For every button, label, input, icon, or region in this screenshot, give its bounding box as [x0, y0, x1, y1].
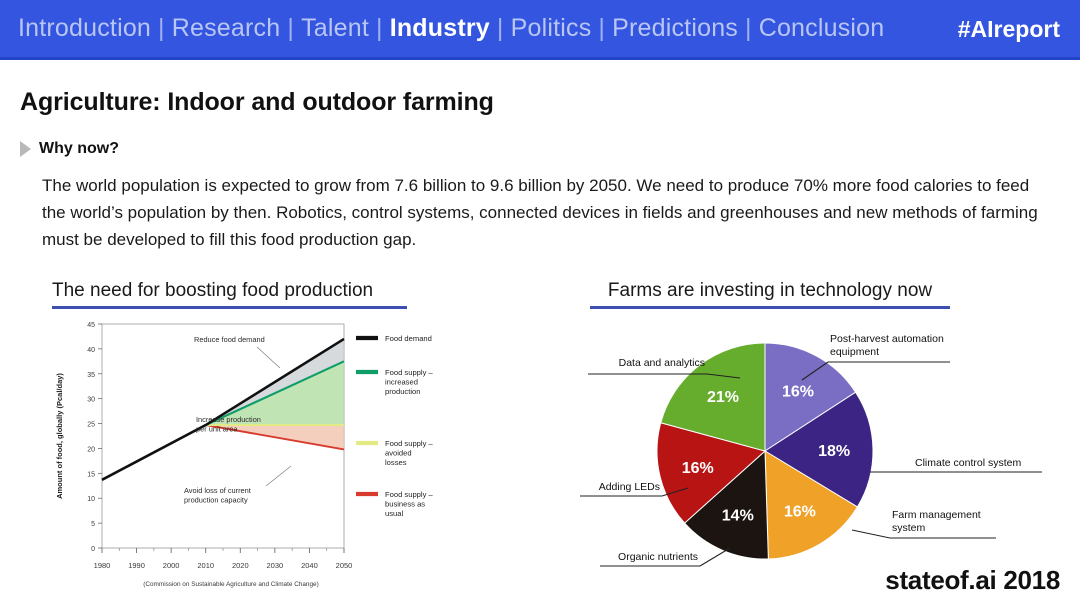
- nav-item-conclusion[interactable]: Conclusion: [759, 14, 885, 43]
- area-chart-svg: 0 5 10 15 20 25 30 35 40 45 1980 1990 2000 2010 2020 20…: [55, 322, 433, 588]
- annotation-3: production capacity: [184, 496, 248, 505]
- annotation-3: Avoid loss of current: [184, 486, 251, 495]
- pie-callout-label-1: Climate control system: [915, 457, 1021, 469]
- x-tick-label: 2030: [267, 561, 284, 570]
- pie-value-label-2: 16%: [784, 504, 816, 521]
- pie-callout-leader-3: [699, 547, 731, 567]
- annotation-1: Reduce food demand: [194, 335, 265, 344]
- legend-label-2: losses: [385, 458, 407, 467]
- pie-callout-label-0: equipment: [830, 346, 879, 358]
- legend-label-3: Food supply –: [385, 490, 433, 499]
- slide-root: Introduction | Research | Talent | Industry | Po…: [0, 0, 1080, 608]
- pie-value-label-0: 16%: [782, 383, 814, 400]
- nav-item-introduction[interactable]: Introduction: [18, 14, 151, 43]
- x-tick-label: 2040: [301, 561, 318, 570]
- pie-callout-label-3: Organic nutrients: [618, 551, 698, 563]
- y-tick-label: 0: [91, 546, 95, 553]
- nav-separator: |: [598, 14, 606, 42]
- nav-item-talent[interactable]: Talent: [301, 14, 369, 43]
- pie-chart-svg: 16% 18% 16% 14% 16% 21% Post-harvest automatio…: [580, 333, 1042, 567]
- y-axis-title: Amount of food, globally (Pcal/day): [55, 373, 64, 499]
- nav-separator: |: [287, 14, 295, 42]
- legend-label-3: usual: [385, 509, 403, 518]
- nav-brand-hashtag: #AIreport: [957, 16, 1060, 42]
- why-now-row: Why now?: [20, 140, 119, 158]
- pie-callout-label-2: system: [892, 522, 926, 534]
- nav-item-industry[interactable]: Industry: [390, 14, 490, 43]
- pie-value-label-4: 16%: [682, 460, 714, 477]
- pie-callout-label-0: Post-harvest automation: [830, 333, 944, 345]
- x-tick-label: 2000: [163, 561, 180, 570]
- legend-label-3: business as: [385, 500, 425, 509]
- nav-separator: |: [496, 14, 504, 42]
- top-navigation-bar: Introduction | Research | Talent | Industry | Po…: [0, 0, 1080, 60]
- annotation-2: per unit area: [196, 425, 238, 434]
- x-tick-label: 2020: [232, 561, 249, 570]
- left-chart-heading: The need for boosting food production: [52, 280, 407, 309]
- farm-technology-pie-chart: 16% 18% 16% 14% 16% 21% Post-harvest automatio…: [570, 318, 1070, 588]
- y-tick-label: 35: [87, 372, 95, 379]
- pie-value-label-1: 18%: [818, 443, 850, 460]
- pie-callout-leader-2: [851, 529, 891, 539]
- legend-label-1: increased: [385, 378, 418, 387]
- pie-value-label-5: 21%: [707, 389, 739, 406]
- x-tick-label: 2010: [197, 561, 214, 570]
- why-now-label: Why now?: [39, 140, 119, 157]
- nav-separator: |: [745, 14, 752, 42]
- y-tick-label: 15: [87, 471, 95, 478]
- annotation-2: Increase production: [196, 415, 261, 424]
- nav-item-predictions[interactable]: Predictions: [612, 14, 738, 43]
- legend-label-0: Food demand: [385, 334, 432, 343]
- triangle-bullet-icon: [20, 141, 31, 157]
- right-chart-heading: Farms are investing in technology now: [590, 280, 950, 309]
- nav-item-politics[interactable]: Politics: [511, 14, 592, 43]
- y-tick-label: 40: [87, 347, 95, 354]
- legend-label-1: production: [385, 387, 420, 396]
- nav-item-list: Introduction | Research | Talent | Industry | Po…: [18, 14, 884, 43]
- nav-separator: |: [158, 14, 165, 42]
- y-tick-label: 20: [87, 446, 95, 453]
- x-tick-label: 1990: [128, 561, 145, 570]
- y-tick-label: 30: [87, 397, 95, 404]
- y-tick-label: 5: [91, 521, 95, 528]
- legend-label-2: avoided: [385, 449, 412, 458]
- y-tick-label: 10: [87, 496, 95, 503]
- pie-callout-label-4: Adding LEDs: [599, 481, 660, 493]
- x-tick-label: 1980: [94, 561, 111, 570]
- pie-callout-label-5: Data and analytics: [619, 357, 705, 369]
- pie-callout-label-2: Farm management: [892, 509, 981, 521]
- pie-value-label-3: 14%: [722, 508, 754, 525]
- y-tick-label: 25: [87, 422, 95, 429]
- nav-item-research[interactable]: Research: [172, 14, 281, 43]
- legend-label-2: Food supply –: [385, 439, 433, 448]
- x-tick-label: 2050: [336, 561, 353, 570]
- body-paragraph: The world population is expected to grow…: [42, 176, 1038, 250]
- food-production-area-chart: 0 5 10 15 20 25 30 35 40 45 1980 1990 2000 2010 2020 20…: [44, 316, 464, 591]
- chart-source-caption: (Commission on Sustainable Agriculture a…: [143, 581, 318, 588]
- stateof-ai-branding: stateof.ai 2018: [885, 565, 1060, 595]
- nav-separator: |: [375, 14, 383, 42]
- y-tick-label: 45: [87, 322, 95, 329]
- page-title: Agriculture: Indoor and outdoor farming: [20, 88, 494, 116]
- legend-label-1: Food supply –: [385, 368, 433, 377]
